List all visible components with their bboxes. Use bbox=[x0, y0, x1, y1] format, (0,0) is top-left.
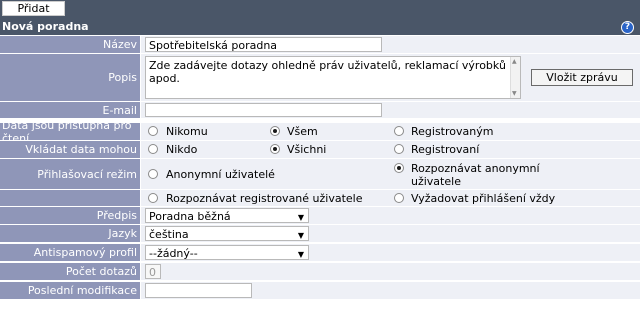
read-access-radio-all[interactable] bbox=[270, 126, 280, 136]
login-mode-field-cell: Anonymní uživatelé Rozpoznávat anonymní … bbox=[141, 159, 640, 189]
antispam-select-value: --žádný-- bbox=[149, 247, 198, 260]
write-access-field-cell: Nikdo Všichni Registrovaní bbox=[141, 141, 640, 158]
login-mode-option-recognize-anonymous: Rozpoznávat anonymní uživatele bbox=[411, 162, 540, 188]
login-mode-radio-recognize-anonymous[interactable] bbox=[394, 163, 404, 173]
email-field-cell bbox=[141, 102, 640, 118]
language-select[interactable]: čeština ▼ bbox=[145, 226, 309, 241]
write-access-option-nobody: Nikdo bbox=[166, 143, 198, 156]
write-access-option-registered: Registrovaní bbox=[411, 143, 480, 156]
language-select-value: čeština bbox=[149, 228, 189, 241]
help-icon[interactable]: ? bbox=[621, 21, 634, 34]
panel-title: Nová poradna bbox=[2, 20, 89, 33]
login-mode-label: Přihlašovací režim bbox=[0, 159, 140, 189]
description-textarea[interactable]: Zde zadávejte dotazy ohledně práv uživat… bbox=[145, 56, 521, 99]
login-mode-radio-recognize-registered[interactable] bbox=[148, 193, 158, 203]
login-mode-label-spacer bbox=[0, 190, 140, 206]
last-modified-field-cell bbox=[141, 282, 640, 299]
language-label: Jazyk bbox=[0, 225, 140, 242]
email-label: E-mail bbox=[0, 102, 140, 118]
chevron-down-icon: ▼ bbox=[297, 213, 304, 222]
description-field-cell: Zde zadávejte dotazy ohledně práv uživat… bbox=[141, 54, 640, 101]
panel-header: Nová poradna ? bbox=[0, 18, 640, 35]
write-access-option-all: Všichni bbox=[287, 143, 327, 156]
top-toolbar bbox=[0, 0, 640, 18]
scroll-up-icon[interactable]: ▲ bbox=[512, 58, 517, 65]
last-modified-label: Poslední modifikace bbox=[0, 282, 140, 299]
add-button[interactable]: Přidat bbox=[2, 1, 65, 16]
template-select-value: Poradna běžná bbox=[149, 210, 231, 223]
write-access-radio-all[interactable] bbox=[270, 144, 280, 154]
description-scrollbar[interactable]: ▲ ▼ bbox=[510, 57, 520, 98]
antispam-label: Antispamový profil bbox=[0, 244, 140, 261]
name-label: Název bbox=[0, 36, 140, 53]
read-access-radio-registered[interactable] bbox=[394, 126, 404, 136]
login-mode-radio-anonymous[interactable] bbox=[148, 169, 158, 179]
last-modified-input bbox=[145, 283, 252, 298]
template-label: Předpis bbox=[0, 207, 140, 224]
question-count-field-cell: 0 bbox=[141, 263, 640, 280]
write-access-radio-nobody[interactable] bbox=[148, 144, 158, 154]
antispam-select[interactable]: --žádný-- ▼ bbox=[145, 245, 309, 260]
insert-message-button[interactable]: Vložit zprávu bbox=[531, 69, 633, 86]
read-access-label: Data jsou přístupná pro čtení bbox=[0, 119, 140, 145]
template-field-cell: Poradna běžná ▼ bbox=[141, 207, 640, 224]
login-mode-field-cell-2: Rozpoznávat registrované uživatele Vyžad… bbox=[141, 190, 640, 206]
question-count-label: Počet dotazů bbox=[0, 263, 140, 280]
chevron-down-icon: ▼ bbox=[297, 250, 304, 259]
read-access-field-cell: Nikomu Všem Registrovaným bbox=[141, 123, 640, 140]
name-input[interactable]: Spotřebitelská poradna bbox=[145, 37, 382, 52]
write-access-radio-registered[interactable] bbox=[394, 144, 404, 154]
question-count-input: 0 bbox=[145, 264, 161, 279]
read-access-option-nobody: Nikomu bbox=[166, 125, 208, 138]
read-access-option-registered: Registrovaným bbox=[411, 125, 494, 138]
login-mode-option-recognize-registered: Rozpoznávat registrované uživatele bbox=[166, 192, 363, 205]
name-field-cell: Spotřebitelská poradna bbox=[141, 36, 640, 53]
language-field-cell: čeština ▼ bbox=[141, 225, 640, 242]
description-label: Popis bbox=[0, 54, 140, 101]
description-text: Zde zadávejte dotazy ohledně práv uživat… bbox=[149, 59, 506, 85]
write-access-label: Vkládat data mohou bbox=[0, 141, 140, 158]
login-mode-option-always-login: Vyžadovat přihlášení vždy bbox=[411, 192, 556, 205]
template-select[interactable]: Poradna běžná ▼ bbox=[145, 208, 309, 223]
read-access-option-all: Všem bbox=[287, 125, 318, 138]
email-input[interactable] bbox=[145, 103, 382, 117]
chevron-down-icon: ▼ bbox=[297, 231, 304, 240]
scroll-down-icon[interactable]: ▼ bbox=[512, 90, 517, 97]
login-mode-option-anonymous: Anonymní uživatelé bbox=[166, 168, 275, 181]
antispam-field-cell: --žádný-- ▼ bbox=[141, 244, 640, 261]
login-mode-radio-always-login[interactable] bbox=[394, 193, 404, 203]
read-access-radio-nobody[interactable] bbox=[148, 126, 158, 136]
